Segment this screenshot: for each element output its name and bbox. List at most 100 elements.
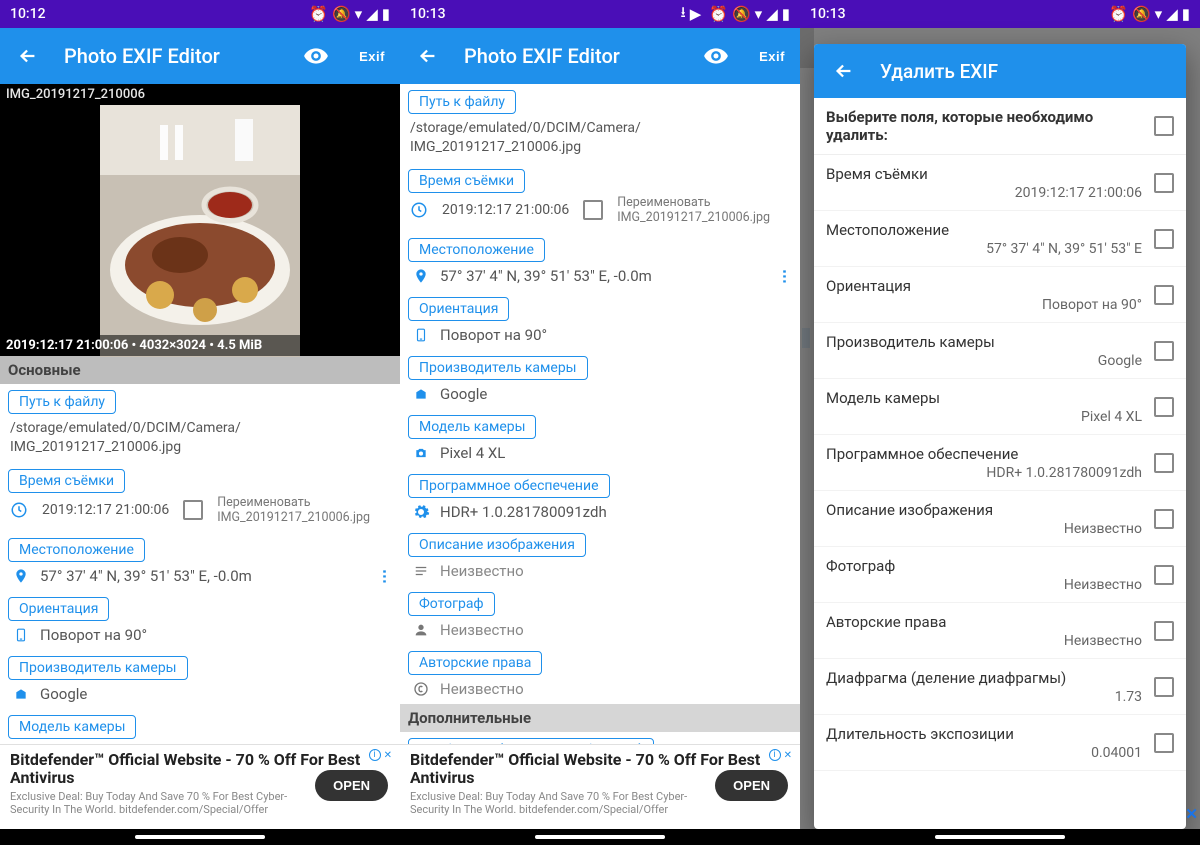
ad-open-button[interactable]: OPEN bbox=[715, 770, 788, 801]
tag-orientation[interactable]: Ориентация bbox=[8, 597, 109, 621]
row-label: Авторские права bbox=[826, 613, 1142, 631]
exif-delete-row[interactable]: Модель камерыPixel 4 XL bbox=[814, 379, 1186, 435]
row-checkbox[interactable] bbox=[1154, 677, 1174, 697]
visibility-button[interactable] bbox=[296, 36, 336, 76]
row-value: 1.73 bbox=[826, 689, 1142, 705]
tag-file-path[interactable]: Путь к файлу bbox=[8, 390, 116, 414]
photo-preview[interactable]: IMG_20191217_210006 2019:12:17 21:00:06 … bbox=[0, 84, 400, 356]
value-orientation: Поворот на 90° bbox=[440, 326, 792, 344]
exif-delete-row[interactable]: Производитель камеры Google bbox=[814, 323, 1186, 379]
clock-icon bbox=[410, 201, 428, 219]
select-all-checkbox[interactable] bbox=[1154, 116, 1174, 136]
ad-banner[interactable]: i✕ Bitdefender™ Official Website - 70 % … bbox=[400, 744, 800, 829]
wifi-icon: ▾ bbox=[755, 5, 763, 23]
row-checkbox[interactable] bbox=[1154, 565, 1174, 585]
dialog-body[interactable]: Выберите поля, которые необходимо удалит… bbox=[814, 98, 1186, 829]
exif-delete-row[interactable]: Программное обеспечениеHDR+ 1.0.28178009… bbox=[814, 435, 1186, 491]
row-checkbox[interactable] bbox=[1154, 453, 1174, 473]
tag-orientation[interactable]: Ориентация bbox=[408, 297, 509, 321]
ad-info-icon[interactable]: i✕ bbox=[769, 749, 792, 761]
nav-bar[interactable] bbox=[800, 829, 1200, 845]
row-value: Google bbox=[826, 353, 1142, 369]
row-checkbox[interactable] bbox=[1154, 341, 1174, 361]
tag-location[interactable]: Местоположение bbox=[408, 238, 545, 262]
ad-banner[interactable]: i✕ Bitdefender™ Official Website - 70 % … bbox=[0, 744, 400, 829]
select-all-row[interactable]: Выберите поля, которые необходимо удалит… bbox=[814, 98, 1186, 155]
tag-capture-time[interactable]: Время съёмки bbox=[408, 169, 525, 193]
rename-hint: Переименовать IMG_20191217_210006.jpg bbox=[617, 195, 770, 226]
exif-delete-row[interactable]: Длительность экспозиции0.04001 bbox=[814, 715, 1186, 771]
row-label: Программное обеспечение bbox=[826, 445, 1142, 463]
tag-capture-time[interactable]: Время съёмки bbox=[8, 469, 125, 493]
dialog-header: Удалить EXIF bbox=[814, 44, 1186, 98]
tag-model[interactable]: Модель камеры bbox=[408, 415, 536, 439]
tag-make[interactable]: Производитель камеры bbox=[408, 356, 588, 380]
rename-checkbox[interactable] bbox=[583, 200, 603, 220]
row-checkbox[interactable] bbox=[1154, 229, 1174, 249]
tag-file-path[interactable]: Путь к файлу bbox=[408, 90, 516, 114]
back-button[interactable] bbox=[408, 36, 448, 76]
signal-icon: ◢ bbox=[366, 5, 378, 23]
visibility-button[interactable] bbox=[696, 36, 736, 76]
row-label: Производитель камеры bbox=[826, 333, 1142, 351]
ad-info-icon[interactable]: i✕ bbox=[369, 749, 392, 761]
screenshot-2: 10:13 ⭳ ▶ ⏰ 🔕 ▾ ◢ ▮ Photo EXIF Editor Ex… bbox=[400, 0, 800, 845]
exif-delete-row[interactable]: Описание изображенияНеизвестно bbox=[814, 491, 1186, 547]
wifi-icon: ▾ bbox=[1155, 5, 1163, 23]
row-label: Модель камеры bbox=[826, 389, 1142, 407]
exif-list[interactable]: Основные Путь к файлу /storage/emulated/… bbox=[0, 356, 400, 744]
battery-icon: ▮ bbox=[1182, 5, 1190, 23]
row-checkbox[interactable] bbox=[1154, 397, 1174, 417]
exif-delete-row[interactable]: Фотограф Неизвестно bbox=[814, 547, 1186, 603]
nav-bar[interactable] bbox=[400, 829, 800, 845]
make-icon bbox=[412, 387, 430, 401]
value-location: 57° 37' 4" N, 39° 51' 53" E, -0.0m bbox=[40, 567, 368, 585]
rename-checkbox[interactable] bbox=[183, 500, 203, 520]
location-icon bbox=[12, 568, 30, 584]
tag-model[interactable]: Модель камеры bbox=[8, 715, 136, 739]
ad-open-button[interactable]: OPEN bbox=[315, 770, 388, 801]
back-button[interactable] bbox=[8, 36, 48, 76]
row-checkbox[interactable] bbox=[1154, 733, 1174, 753]
signal-icon: ◢ bbox=[766, 5, 778, 23]
row-label: Диафрагма (деление диафрагмы) bbox=[826, 669, 1142, 687]
row-label: Фотограф bbox=[826, 557, 1142, 575]
rename-hint: Переименовать IMG_20191217_210006.jpg bbox=[217, 495, 370, 526]
exif-delete-row[interactable]: Время съёмки2019:12:17 21:00:06 bbox=[814, 155, 1186, 211]
clock-icon bbox=[10, 501, 28, 519]
tag-copyright[interactable]: Авторские права bbox=[408, 651, 542, 675]
nav-bar[interactable] bbox=[0, 829, 400, 845]
tag-description[interactable]: Описание изображения bbox=[408, 533, 586, 557]
tag-software[interactable]: Программное обеспечение bbox=[408, 474, 610, 498]
row-checkbox[interactable] bbox=[1154, 285, 1174, 305]
tag-location[interactable]: Местоположение bbox=[8, 538, 145, 562]
status-bar: 10:13 ⏰ 🔕 ▾ ◢ ▮ bbox=[800, 0, 1200, 28]
location-more-button[interactable]: ⋯ bbox=[776, 269, 794, 283]
exif-button[interactable]: Exif bbox=[752, 36, 792, 76]
exif-button[interactable]: Exif bbox=[352, 36, 392, 76]
select-header-text: Выберите поля, которые необходимо удалит… bbox=[826, 108, 1142, 144]
row-checkbox[interactable] bbox=[1154, 621, 1174, 641]
row-checkbox[interactable] bbox=[1154, 173, 1174, 193]
value-copyright: Неизвестно bbox=[440, 680, 792, 698]
photo-filename: IMG_20191217_210006 bbox=[0, 84, 400, 105]
exif-delete-row[interactable]: Местоположение57° 37' 4" N, 39° 51' 53" … bbox=[814, 211, 1186, 267]
status-time: 10:13 bbox=[410, 6, 446, 22]
value-make: Google bbox=[40, 685, 392, 703]
row-label: Местоположение bbox=[826, 221, 1142, 239]
row-value: Неизвестно bbox=[826, 577, 1142, 593]
exif-delete-row[interactable]: Авторские праваНеизвестно bbox=[814, 603, 1186, 659]
dialog-back-button[interactable] bbox=[824, 51, 864, 91]
tag-photographer[interactable]: Фотограф bbox=[408, 592, 495, 616]
ad-close-x[interactable]: ✕ bbox=[1185, 805, 1198, 823]
value-orientation: Поворот на 90° bbox=[40, 626, 392, 644]
exif-list[interactable]: Путь к файлу /storage/emulated/0/DCIM/Ca… bbox=[400, 84, 800, 744]
tag-make[interactable]: Производитель камеры bbox=[8, 656, 188, 680]
exif-delete-row[interactable]: Диафрагма (деление диафрагмы) 1.73 bbox=[814, 659, 1186, 715]
row-label: Ориентация bbox=[826, 277, 1142, 295]
exif-delete-row[interactable]: ОриентацияПоворот на 90° bbox=[814, 267, 1186, 323]
location-more-button[interactable]: ⋯ bbox=[376, 569, 394, 583]
row-value: Неизвестно bbox=[826, 521, 1142, 537]
row-checkbox[interactable] bbox=[1154, 509, 1174, 529]
screenshot-1: 10:12 ⏰ 🔕 ▾ ◢ ▮ Photo EXIF Editor Exif I… bbox=[0, 0, 400, 845]
